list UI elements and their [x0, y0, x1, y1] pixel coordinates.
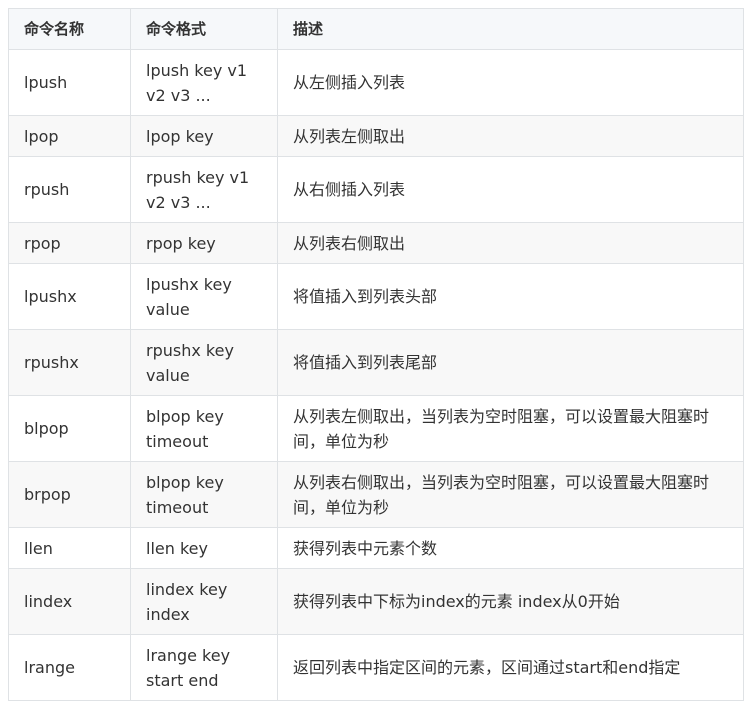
content-area: 命令名称 命令格式 描述 lpush lpush key v1 v2 v3 ..…: [8, 8, 744, 701]
command-name-cell: rpushx: [8, 329, 131, 396]
command-format-cell: blpop key timeout: [130, 395, 278, 462]
command-format-cell: blpop key timeout: [130, 461, 278, 528]
description-cell: 将值插入到列表头部: [277, 263, 744, 330]
command-name-cell: blpop: [8, 395, 131, 462]
header-row: 命令名称 命令格式 描述: [8, 8, 744, 50]
table-row: rpop rpop key 从列表右侧取出: [8, 222, 744, 264]
table-row: rpush rpush key v1 v2 v3 ... 从右侧插入列表: [8, 156, 744, 223]
table-row: blpop blpop key timeout 从列表左侧取出，当列表为空时阻塞…: [8, 395, 744, 462]
command-format-cell: lpushx key value: [130, 263, 278, 330]
command-format-cell: rpop key: [130, 222, 278, 264]
description-cell: 获得列表中元素个数: [277, 527, 744, 569]
command-format-cell: llen key: [130, 527, 278, 569]
table-row: llen llen key 获得列表中元素个数: [8, 527, 744, 569]
command-format-cell: lindex key index: [130, 568, 278, 635]
table-row: lrange lrange key start end 返回列表中指定区间的元素…: [8, 634, 744, 701]
command-format-cell: lpop key: [130, 115, 278, 157]
command-format-cell: rpush key v1 v2 v3 ...: [130, 156, 278, 223]
command-name-cell: lpush: [8, 49, 131, 116]
command-name-cell: llen: [8, 527, 131, 569]
description-cell: 从列表右侧取出，当列表为空时阻塞，可以设置最大阻塞时间，单位为秒: [277, 461, 744, 528]
command-format-cell: lrange key start end: [130, 634, 278, 701]
table-row: lpushx lpushx key value 将值插入到列表头部: [8, 263, 744, 330]
table-row: lindex lindex key index 获得列表中下标为index的元素…: [8, 568, 744, 635]
command-name-cell: lrange: [8, 634, 131, 701]
table-row: rpushx rpushx key value 将值插入到列表尾部: [8, 329, 744, 396]
description-cell: 将值插入到列表尾部: [277, 329, 744, 396]
command-format-cell: lpush key v1 v2 v3 ...: [130, 49, 278, 116]
command-name-cell: rpop: [8, 222, 131, 264]
description-cell: 从右侧插入列表: [277, 156, 744, 223]
command-name-cell: rpush: [8, 156, 131, 223]
description-cell: 返回列表中指定区间的元素，区间通过start和end指定: [277, 634, 744, 701]
command-name-cell: lpushx: [8, 263, 131, 330]
table-row: lpop lpop key 从列表左侧取出: [8, 115, 744, 157]
header-command-format: 命令格式: [130, 8, 278, 50]
command-name-cell: lpop: [8, 115, 131, 157]
description-cell: 获得列表中下标为index的元素 index从0开始: [277, 568, 744, 635]
header-description: 描述: [277, 8, 744, 50]
description-cell: 从左侧插入列表: [277, 49, 744, 116]
redis-list-commands-table: 命令名称 命令格式 描述 lpush lpush key v1 v2 v3 ..…: [8, 8, 744, 701]
description-cell: 从列表右侧取出: [277, 222, 744, 264]
description-cell: 从列表左侧取出，当列表为空时阻塞，可以设置最大阻塞时间，单位为秒: [277, 395, 744, 462]
table-row: brpop blpop key timeout 从列表右侧取出，当列表为空时阻塞…: [8, 461, 744, 528]
command-name-cell: lindex: [8, 568, 131, 635]
command-name-cell: brpop: [8, 461, 131, 528]
command-format-cell: rpushx key value: [130, 329, 278, 396]
description-cell: 从列表左侧取出: [277, 115, 744, 157]
header-command-name: 命令名称: [8, 8, 131, 50]
table-row: lpush lpush key v1 v2 v3 ... 从左侧插入列表: [8, 49, 744, 116]
